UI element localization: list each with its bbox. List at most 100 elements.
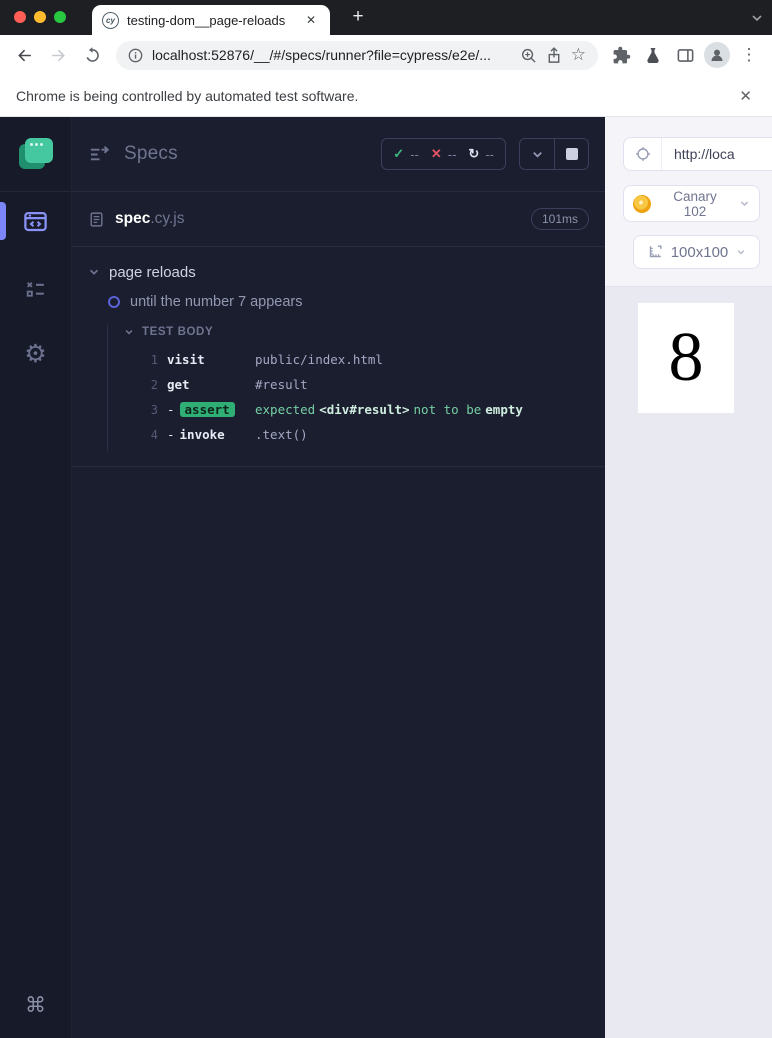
cypress-logo-icon[interactable] [18, 138, 53, 169]
tab-strip-chevron-icon[interactable] [750, 11, 764, 25]
test-running-spinner-icon [108, 296, 120, 308]
side-panel-icon[interactable] [672, 42, 698, 68]
aut-controls: http://loca Canary 102 100x100 [605, 117, 772, 287]
spec-file-row[interactable]: spec.cy.js 101ms [72, 192, 605, 247]
assert-text: expected [255, 402, 316, 417]
banner-close-icon[interactable]: ✕ [735, 85, 756, 107]
chevron-down-icon [737, 250, 745, 255]
panel-title: Specs [124, 143, 178, 164]
extensions-puzzle-icon[interactable] [608, 42, 634, 68]
assert-text: not to be [413, 402, 482, 417]
command-dash: - [167, 402, 175, 417]
test-title: until the number 7 appears [130, 294, 303, 310]
gear-icon: ⚙ [24, 339, 47, 368]
automation-banner-text: Chrome is being controlled by automated … [16, 87, 359, 104]
cypress-sidebar: ⚙ ⌘ [0, 117, 72, 1038]
aut-address-text[interactable]: http://loca [662, 146, 735, 162]
stop-button[interactable] [554, 139, 588, 169]
window-controls [14, 11, 66, 23]
tab-close-icon[interactable]: ✕ [302, 11, 320, 29]
command-row-invoke[interactable]: 4 - invoke .text() [88, 422, 589, 447]
window-minimize-button[interactable] [34, 11, 46, 23]
browser-tab-strip: cy testing-dom__page-reloads ✕ + [0, 0, 772, 35]
result-number: 8 [668, 319, 704, 396]
command-name: - assert [167, 402, 255, 417]
page-info-icon[interactable] [128, 48, 143, 63]
spec-document-icon [90, 211, 103, 227]
assert-subject: <div#result> [319, 402, 410, 417]
command-row-assert[interactable]: 3 - assert expected <div#result> not to be e… [88, 397, 589, 422]
specs-list-icon[interactable] [88, 143, 111, 166]
url-text[interactable]: localhost:52876/__/#/specs/runner?file=c… [152, 47, 511, 63]
command-name: get [167, 377, 190, 392]
assert-badge: assert [179, 402, 235, 417]
window-close-button[interactable] [14, 11, 26, 23]
spec-extension: .cy.js [150, 210, 185, 227]
command-message: .text() [255, 427, 308, 442]
browser-label: Canary 102 [673, 188, 717, 219]
browser-menu-icon[interactable]: ⋮ [736, 42, 762, 68]
cypress-favicon-icon: cy [102, 11, 119, 29]
test-body-toggle[interactable]: TEST BODY [124, 317, 589, 347]
new-tab-button[interactable]: + [345, 4, 371, 30]
suite-row[interactable]: page reloads [88, 257, 589, 287]
flask-extension-icon[interactable] [640, 42, 666, 68]
back-button[interactable] [10, 41, 38, 69]
chevron-down-icon [125, 330, 133, 335]
keyboard-shortcuts-button[interactable]: ⌘ [0, 993, 71, 1018]
passed-count: -- [410, 146, 419, 162]
window-maximize-button[interactable] [54, 11, 66, 23]
specs-header: Specs ✓ -- ✕ -- ↻ -- [72, 117, 605, 192]
aut-panel: http://loca Canary 102 100x100 8 [605, 117, 772, 1038]
run-stats[interactable]: ✓ -- ✕ -- ↻ -- [381, 138, 506, 170]
bookmark-star-icon[interactable]: ☆ [571, 45, 586, 65]
active-indicator [0, 202, 6, 240]
command-dash: - [167, 427, 175, 442]
sidebar-item-settings[interactable]: ⚙ [0, 329, 71, 379]
test-row[interactable]: until the number 7 appears [108, 287, 589, 317]
browser-tab[interactable]: cy testing-dom__page-reloads ✕ [92, 5, 330, 35]
failed-x-icon: ✕ [430, 146, 442, 161]
command-message: #result [255, 377, 308, 392]
selector-crosshair-icon[interactable] [635, 146, 651, 162]
code-window-icon [24, 211, 47, 231]
address-bar[interactable]: localhost:52876/__/#/specs/runner?file=c… [116, 40, 598, 70]
canary-browser-icon [633, 194, 651, 213]
command-number: 2 [150, 377, 158, 392]
browser-toolbar: localhost:52876/__/#/specs/runner?file=c… [0, 35, 772, 75]
aut-url-bar[interactable]: http://loca [623, 137, 772, 171]
spec-name: spec [115, 210, 151, 227]
command-number: 4 [150, 427, 158, 442]
sidebar-item-specs[interactable] [0, 192, 71, 250]
aut-iframe: 8 [638, 303, 734, 413]
forward-button[interactable] [44, 41, 72, 69]
collapse-button[interactable] [520, 139, 554, 169]
chevron-down-icon [740, 201, 749, 207]
profile-avatar[interactable] [704, 42, 730, 68]
tab-title: testing-dom__page-reloads [127, 12, 286, 28]
sidebar-item-runs[interactable] [0, 264, 71, 314]
assert-message: expected <div#result> not to be empty [255, 402, 527, 417]
viewport-selector[interactable]: 100x100 [633, 235, 760, 269]
run-controls [519, 138, 589, 170]
spec-duration-badge: 101ms [530, 208, 589, 230]
ruler-icon [649, 245, 662, 258]
screen: cy testing-dom__page-reloads ✕ + localho… [0, 0, 772, 1038]
failed-count: -- [447, 146, 457, 162]
command-message: public/index.html [255, 352, 383, 367]
viewport-label: 100x100 [670, 243, 729, 261]
test-body-label: TEST BODY [142, 326, 214, 338]
zoom-icon[interactable] [520, 47, 537, 64]
command-name: visit [167, 352, 205, 367]
share-icon[interactable] [546, 46, 562, 64]
assert-value: empty [485, 402, 523, 417]
command-number: 3 [150, 402, 158, 417]
reload-button[interactable] [78, 41, 106, 69]
test-tree: page reloads until the number 7 appears … [72, 247, 605, 463]
pending-refresh-icon: ↻ [468, 146, 480, 161]
browser-selector[interactable]: Canary 102 [623, 185, 760, 222]
command-name: - invoke [167, 427, 225, 442]
command-row-get[interactable]: 2 get #result [88, 372, 589, 397]
command-number: 1 [150, 352, 158, 367]
command-row-visit[interactable]: 1 visit public/index.html [88, 347, 589, 372]
